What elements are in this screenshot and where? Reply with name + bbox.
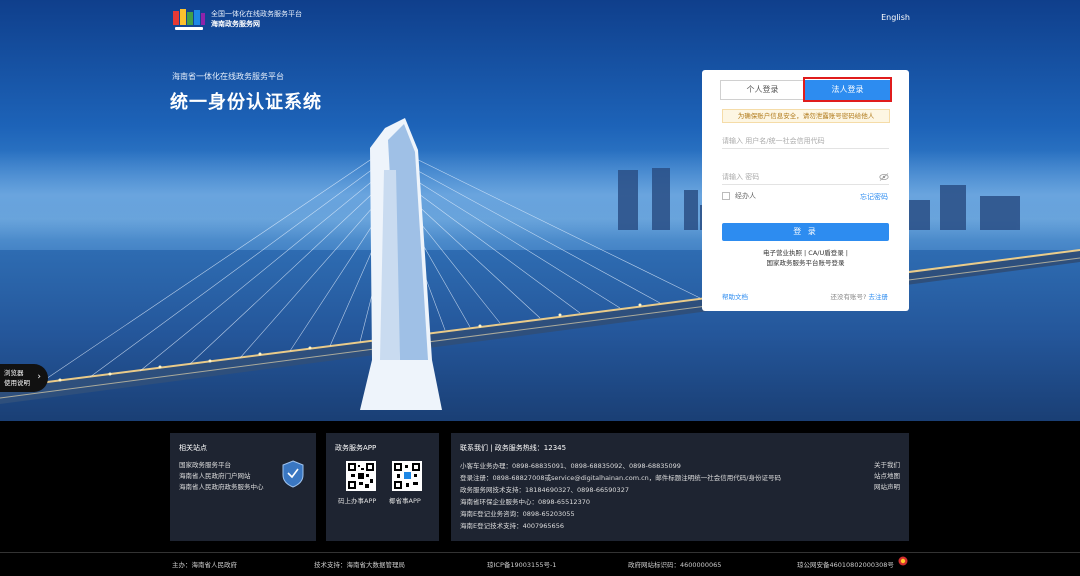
username-input[interactable] xyxy=(722,135,889,147)
login-tabs: 个人登录 法人登录 xyxy=(720,80,890,100)
contact-line: 政务服务网技术支持：18184690327、0898-66590327 xyxy=(460,486,629,494)
bridge-illustration xyxy=(0,118,1080,410)
browser-guide-line1: 浏览器 xyxy=(4,369,24,377)
national-platform-login-link[interactable]: 国家政务服务平台账号登录 xyxy=(767,259,845,267)
icp-link[interactable]: 琼ICP备19003155号-1 xyxy=(487,559,556,569)
footer-link-statement[interactable]: 网站声明 xyxy=(874,482,900,493)
hainan-logo[interactable] xyxy=(172,8,206,32)
tab-personal-login[interactable]: 个人登录 xyxy=(720,80,805,100)
related-site-link[interactable]: 海南省人民政府政务服务中心 xyxy=(179,482,264,493)
gov-app-box: 政务服务APP 码上办事APP 椰省事APP xyxy=(326,433,439,541)
related-sites-list: 国家政务服务平台 海南省人民政府门户网站 海南省人民政府政务服务中心 xyxy=(179,460,264,493)
help-docs-link[interactable]: 帮助文档 xyxy=(722,291,748,301)
eye-hidden-icon[interactable] xyxy=(879,173,889,181)
related-site-link[interactable]: 海南省人民政府门户网站 xyxy=(179,471,264,482)
agent-checkbox[interactable] xyxy=(722,192,730,200)
related-site-link[interactable]: 国家政务服务平台 xyxy=(179,460,264,471)
alt-login-line1[interactable]: 电子营业执照 | CA/U盾登录 | xyxy=(763,249,848,257)
login-card: 个人登录 法人登录 为确保账户信息安全，请勿泄露账号密码给他人 经办人 忘记密码… xyxy=(702,70,909,311)
hero-background xyxy=(0,0,1080,421)
gov-app-title: 政务服务APP xyxy=(335,444,377,452)
chevron-right-icon: › xyxy=(37,372,41,382)
app-label: 码上办事APP xyxy=(338,497,377,505)
police-record-link[interactable]: 琼公网安备46010802000308号 xyxy=(797,559,894,569)
security-notice: 为确保账户信息安全，请勿泄露账号密码给他人 xyxy=(722,109,890,123)
browser-guide-line2: 使用说明 xyxy=(4,379,30,387)
language-switch-link[interactable]: English xyxy=(881,13,910,22)
police-badge-icon xyxy=(898,556,908,566)
contact-lines: 小客车业务办理：0898-68835091、0898-68835092、0898… xyxy=(460,460,781,532)
tab-legal-login[interactable]: 法人登录 xyxy=(805,80,890,100)
password-input[interactable] xyxy=(722,171,889,183)
contact-line: 海南省环保企业服务中心：0898-65512370 xyxy=(460,498,590,506)
footer-link-sitemap[interactable]: 站点地图 xyxy=(874,471,900,482)
host-text: 主办：海南省人民政府 xyxy=(172,561,237,569)
app-label: 椰省事APP xyxy=(389,497,421,505)
register-link[interactable]: 去注册 xyxy=(869,293,889,301)
related-sites-box: 相关站点 国家政务服务平台 海南省人民政府门户网站 海南省人民政府政务服务中心 xyxy=(170,433,316,541)
contact-line: 登录注册：0898-68827008或service@digitalhainan… xyxy=(460,474,781,482)
logo-text-platform: 全国一体化在线政务服务平台 xyxy=(211,10,302,18)
logo-text-site: 海南政务服务网 xyxy=(211,20,260,28)
alternative-login-links: 电子营业执照 | CA/U盾登录 | 国家政务服务平台账号登录 xyxy=(702,248,909,268)
password-field xyxy=(722,171,889,185)
contact-box: 联系我们 | 政务服务热线：12345 小客车业务办理：0898-6883509… xyxy=(451,433,909,541)
contact-line: 海南E登记技术支持：4007965656 xyxy=(460,522,564,530)
browser-guide-tab[interactable]: 浏览器 使用说明 › xyxy=(0,364,48,392)
footer-divider xyxy=(0,552,1080,553)
footer-links: 关于我们 站点地图 网站声明 xyxy=(874,460,900,493)
gov-badge-icon[interactable] xyxy=(282,460,304,488)
footer-link-about[interactable]: 关于我们 xyxy=(874,460,900,471)
system-title: 统一身份认证系统 xyxy=(170,92,322,113)
qr-code-icon xyxy=(346,461,376,491)
footer: 相关站点 国家政务服务平台 海南省人民政府门户网站 海南省人民政府政务服务中心 … xyxy=(0,421,1080,576)
gov-site-id-text: 政府网站标识码：4600000065 xyxy=(628,561,722,569)
username-field xyxy=(722,135,889,149)
contact-line: 小客车业务办理：0898-68835091、0898-68835092、0898… xyxy=(460,462,681,470)
qr-code-icon xyxy=(392,461,422,491)
agent-checkbox-row[interactable]: 经办人 xyxy=(722,191,756,201)
related-sites-title: 相关站点 xyxy=(179,444,207,452)
system-subtitle: 海南省一体化在线政务服务平台 xyxy=(172,72,284,81)
contact-line: 海南E登记业务咨询：0898-65203055 xyxy=(460,510,575,518)
tech-support-text: 技术支持：海南省大数据管理局 xyxy=(314,561,405,569)
login-button[interactable]: 登 录 xyxy=(722,223,889,241)
no-account-text: 还没有账号? xyxy=(830,293,867,301)
forgot-password-link[interactable]: 忘记密码 xyxy=(860,192,888,202)
register-prompt: 还没有账号? 去注册 xyxy=(830,291,888,301)
agent-label: 经办人 xyxy=(735,192,756,200)
contact-title: 联系我们 | 政务服务热线：12345 xyxy=(460,444,567,452)
